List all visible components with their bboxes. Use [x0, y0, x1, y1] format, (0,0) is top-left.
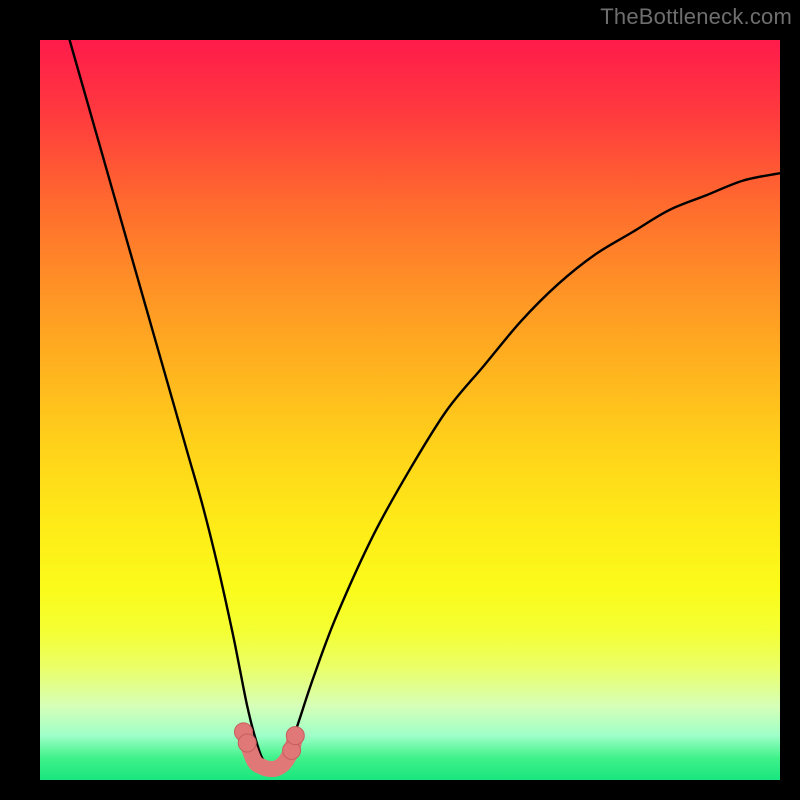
bottleneck-curve — [70, 40, 780, 766]
plot-area — [40, 40, 780, 780]
marker-dot — [286, 727, 304, 745]
chart-svg — [40, 40, 780, 780]
chart-frame: TheBottleneck.com — [0, 0, 800, 800]
marker-dot — [238, 734, 256, 752]
watermark-text: TheBottleneck.com — [600, 4, 792, 30]
